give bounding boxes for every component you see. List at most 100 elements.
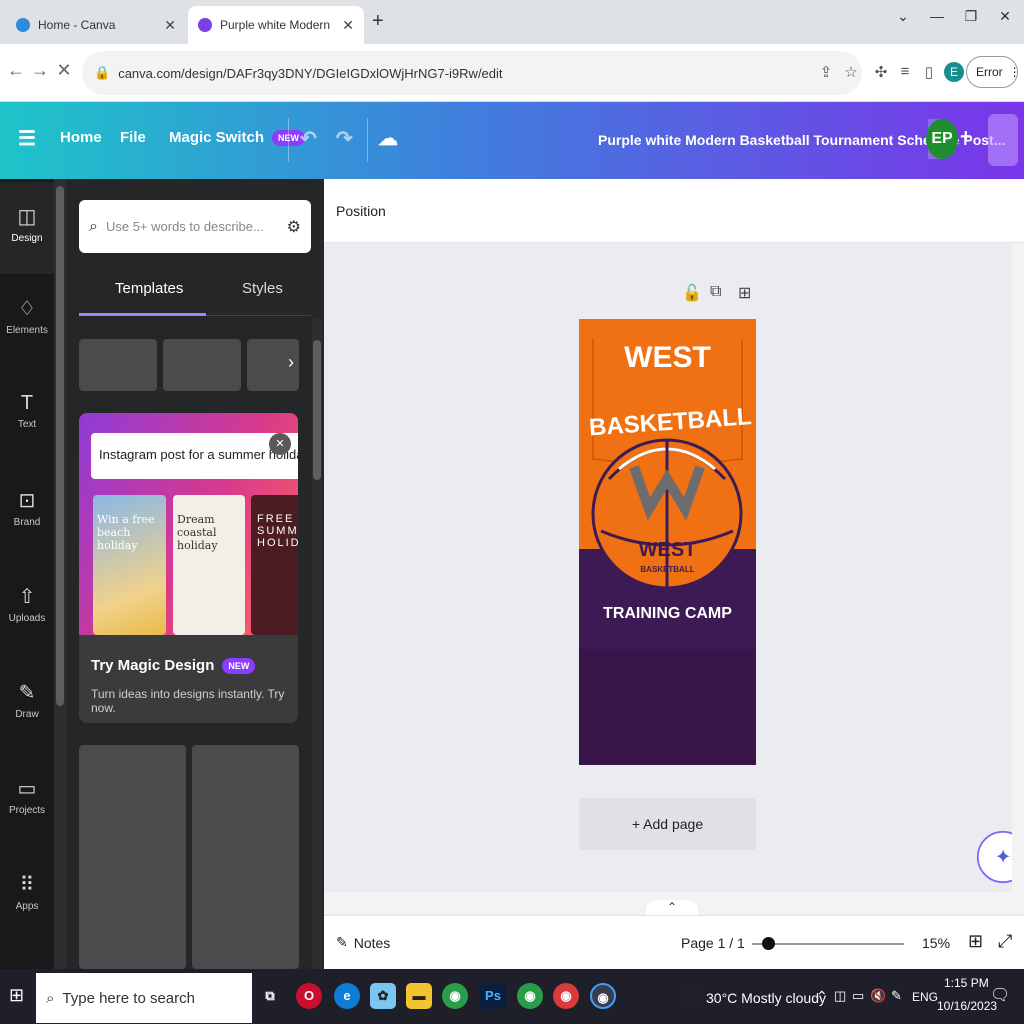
tab-close-icon[interactable]: ✕: [164, 17, 176, 34]
tab-close-icon[interactable]: ✕: [342, 17, 354, 34]
side-panel-icon[interactable]: ▯: [918, 63, 940, 81]
url-bar[interactable]: 🔒 canva.com/design/DAFr3qy3DNY/DGIeIGDxl…: [82, 51, 862, 95]
menu-icon[interactable]: ☰: [18, 126, 36, 151]
stop-loading-icon[interactable]: ✕: [52, 60, 76, 81]
tab-home-canva[interactable]: Home - Canva ✕: [6, 6, 186, 44]
rail-item-design[interactable]: ◫ Design: [0, 182, 54, 274]
tab-design[interactable]: Purple white Modern Basketball ✕: [188, 6, 364, 44]
nav-file[interactable]: File: [120, 129, 146, 146]
divider: [367, 118, 368, 162]
rail-item-apps[interactable]: ⠿ Apps: [0, 872, 54, 912]
chrome-profile-icon[interactable]: ◉: [517, 983, 543, 1009]
chrome-icon[interactable]: ◉: [442, 983, 468, 1009]
url-text: canva.com/design/DAFr3qy3DNY/DGIeIGDxlOW…: [118, 65, 503, 81]
network-icon[interactable]: ▭: [852, 988, 864, 1004]
rail-label: Brand: [13, 517, 41, 528]
pen-icon[interactable]: ✎: [891, 988, 902, 1004]
undo-icon[interactable]: ↶: [300, 126, 317, 151]
edge-icon[interactable]: e: [334, 983, 360, 1009]
share-icon[interactable]: ⇪: [815, 63, 837, 81]
cloud-saved-icon[interactable]: ☁: [378, 126, 398, 151]
windows-start-icon[interactable]: ⊞: [9, 985, 24, 1006]
mute-icon[interactable]: 🔇: [870, 988, 886, 1004]
rail-item-projects[interactable]: ▭ Projects: [0, 776, 54, 816]
uploads-icon: ⇧: [18, 586, 36, 608]
weather-text[interactable]: 30°C Mostly cloudy: [706, 990, 826, 1006]
error-button[interactable]: Error ⋮: [966, 56, 1021, 88]
clock-date[interactable]: 10/16/2023: [937, 999, 997, 1013]
site-info-icon[interactable]: 🔒: [94, 65, 110, 81]
design-logo-text: WEST: [638, 539, 697, 561]
user-avatar[interactable]: EP: [926, 119, 958, 159]
minimize-icon[interactable]: —: [922, 8, 952, 24]
duplicate-page-icon[interactable]: ⧉: [710, 283, 721, 301]
rail-item-elements[interactable]: ♢ Elements: [0, 296, 54, 336]
forward-icon[interactable]: →: [28, 60, 52, 81]
lock-icon[interactable]: 🔓: [682, 283, 702, 303]
zoom-slider-thumb[interactable]: [762, 937, 775, 950]
taskbar-search[interactable]: ⌕ Type here to search: [36, 973, 252, 1023]
style-thumbnail[interactable]: [79, 339, 157, 391]
scroll-right-icon[interactable]: ›: [288, 352, 294, 373]
grid-view-icon[interactable]: ⊞: [968, 931, 983, 952]
style-thumbnail[interactable]: [163, 339, 241, 391]
task-view-icon[interactable]: ⧉: [257, 983, 283, 1009]
bookmark-star-icon[interactable]: ☆: [840, 63, 862, 81]
divider: [288, 118, 289, 162]
notes-button[interactable]: ✎ Notes: [336, 934, 390, 951]
clock-time[interactable]: 1:15 PM: [944, 976, 989, 990]
notifications-icon[interactable]: 🗨: [990, 985, 1010, 1005]
page-indicator[interactable]: Page 1 / 1: [681, 935, 745, 951]
template-thumbnail[interactable]: [192, 745, 299, 969]
magic-design-card[interactable]: Instagram post for a summer holiday prom…: [79, 413, 298, 723]
rail-item-draw[interactable]: ✎ Draw: [0, 680, 54, 720]
design-icon: ◫: [17, 206, 37, 228]
close-window-icon[interactable]: ✕: [990, 8, 1020, 25]
template-thumbnail[interactable]: [79, 745, 186, 969]
notes-icon: ✎: [336, 934, 348, 950]
file-explorer-icon[interactable]: ▬: [406, 983, 432, 1009]
search-placeholder: Use 5+ words to describe...: [105, 219, 264, 234]
results-scrollbar-thumb[interactable]: [313, 340, 321, 480]
language-indicator[interactable]: ENG: [912, 990, 938, 1004]
add-page-button[interactable]: + Add page: [579, 798, 756, 850]
show-hidden-icons-icon[interactable]: ⌃: [816, 988, 828, 1005]
design-page[interactable]: WEST BASKETBALL WEST BASKETBALL TRAINING…: [579, 319, 756, 765]
reading-list-icon[interactable]: ≡: [894, 63, 916, 80]
zoom-level[interactable]: 15%: [922, 935, 950, 951]
opera-icon[interactable]: O: [296, 983, 322, 1009]
rail-item-text[interactable]: T Text: [0, 392, 54, 430]
dismiss-icon[interactable]: ✕: [269, 433, 291, 455]
rail-label: Apps: [15, 901, 39, 912]
camera-icon[interactable]: ◫: [834, 988, 846, 1004]
filter-icon[interactable]: ⚙: [287, 217, 301, 237]
profile-avatar[interactable]: E: [944, 62, 964, 82]
paint-icon[interactable]: ✿: [370, 983, 396, 1009]
chrome-active-icon[interactable]: ◉: [590, 983, 616, 1009]
share-button[interactable]: [988, 114, 1018, 166]
new-tab-button[interactable]: +: [372, 10, 384, 33]
elements-icon: ♢: [18, 298, 36, 320]
tab-styles[interactable]: Styles: [242, 280, 283, 297]
back-icon[interactable]: ←: [4, 60, 28, 81]
rail-item-uploads[interactable]: ⇧ Uploads: [0, 584, 54, 624]
extensions-icon[interactable]: ✣: [870, 63, 892, 81]
tab-search-icon[interactable]: ⌄: [888, 8, 918, 25]
add-collaborator-button[interactable]: +: [960, 126, 972, 149]
redo-icon[interactable]: ↷: [336, 126, 353, 151]
magic-search-field[interactable]: ⌕ Use 5+ words to describe... ⚙: [79, 200, 311, 253]
panel-scrollbar-thumb[interactable]: [56, 186, 64, 706]
add-page-icon[interactable]: ⊞: [738, 283, 751, 303]
photoshop-icon[interactable]: Ps: [480, 983, 506, 1009]
fullscreen-icon[interactable]: ⤢: [998, 931, 1012, 952]
rail-item-brand[interactable]: ⊡ Brand: [0, 488, 54, 528]
position-button[interactable]: Position: [336, 203, 386, 219]
nav-home[interactable]: Home: [60, 129, 102, 146]
design-title-west: WEST: [624, 341, 711, 374]
tab-templates[interactable]: Templates: [115, 280, 183, 297]
chrome-profile-icon[interactable]: ◉: [553, 983, 579, 1009]
rail-label: Draw: [15, 709, 39, 720]
nav-magic-switch[interactable]: Magic Switch NEW: [169, 129, 306, 146]
vertical-scrollbar[interactable]: [1012, 243, 1024, 893]
restore-icon[interactable]: ❐: [956, 8, 986, 25]
